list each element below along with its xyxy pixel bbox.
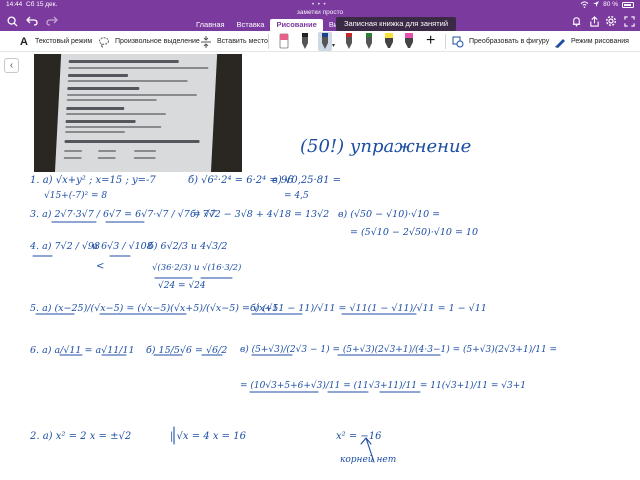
answer-4b-step: √(36·2/3) и √(16·3/2) [152, 263, 242, 273]
answer-4a-compare: и 6√3 / √108 [92, 241, 153, 252]
text-mode-button[interactable]: A Текстовый режим [18, 31, 92, 52]
draw-mode-button[interactable]: Режим рисования [554, 31, 629, 52]
highlighter-icon[interactable] [402, 32, 416, 51]
answer-4a: 4. а) 7√2 / √98 [30, 241, 100, 252]
ribbon-divider [445, 34, 446, 49]
answer-1c: в) √0,25·81 = [272, 175, 341, 186]
convert-shape-label: Преобразовать в фигуру [469, 38, 550, 45]
answer-4b-result: √24 = √24 [158, 281, 206, 291]
battery-percent: 80 % [603, 1, 618, 8]
tab-draw[interactable]: Рисование [270, 19, 323, 31]
ribbon-divider [268, 34, 269, 49]
answer-6b: б) 15/5√6 = √6/2 [146, 345, 228, 356]
location-icon [593, 1, 600, 7]
answer-7b: | √x = 4 x = 16 [170, 431, 246, 442]
answer-5a: 5. а) (x−25)/(√x−5) = (√x−5)(√x+5)/(√x−5… [30, 303, 279, 314]
pen-icon[interactable] [298, 32, 312, 51]
clock: 14:44 [6, 1, 23, 8]
answer-7c-note: корней нет [340, 455, 397, 465]
redo-icon[interactable] [44, 13, 60, 29]
notebook-tooltip: Записная книжка для занятий [336, 17, 457, 31]
answer-5b: б) (√11 − 11)/√11 = √11(1 − √11)/√11 = 1… [250, 303, 487, 314]
insert-space-label: Вставить место [217, 38, 268, 45]
date: Сб 15 дек. [26, 1, 58, 8]
title-bar: 14:44 Сб 15 дек. • • • 80 % заметки прос… [0, 0, 640, 31]
status-right: 80 % [580, 0, 634, 9]
answer-3a: 3. а) 2√7·3√7 / 6√7 = 6√7·√7 / √7 = √7 [30, 209, 216, 220]
search-icon[interactable] [4, 13, 20, 29]
answer-7c: x² = −16 [336, 431, 382, 442]
chevron-down-icon[interactable]: ▾ [332, 42, 335, 49]
notebook-title: заметки просто [296, 9, 344, 16]
answer-7a: 2. а) x² = 2 x = ±√2 [30, 431, 132, 442]
answer-4a-sign: < [96, 261, 105, 272]
note-canvas[interactable]: ‹ (50!) упражнение 1. а) √x+y² ; x=15 ; … [0, 52, 640, 480]
answer-1c-result: = 4,5 [284, 191, 309, 201]
pen-icon[interactable] [342, 32, 356, 51]
answer-4b: б) 6√2/3 и 4√3/2 [148, 241, 228, 252]
draw-hand-icon [554, 35, 566, 49]
battery-icon [622, 1, 634, 8]
draw-mode-label: Режим рисования [571, 38, 629, 45]
answer-6c-result: = (10√3+5+6+√3)/11 = (11√3+11)/11 = 11(√… [240, 381, 526, 391]
tab-home[interactable]: Главная [190, 19, 231, 31]
answer-1a-result: √15+(-7)² = 8 [44, 191, 108, 201]
pen-icon[interactable] [362, 32, 376, 51]
answer-3b: б) 7√2 − 3√8 + 4√18 = 13√2 [190, 209, 330, 220]
ribbon-tabs: Главная Вставка Рисование Вид [190, 18, 348, 31]
lasso-select-button[interactable]: Произвольное выделение [98, 31, 200, 52]
settings-gear-icon[interactable] [603, 13, 619, 29]
pen-icon[interactable] [318, 32, 332, 51]
insert-space-icon [200, 35, 212, 49]
eraser-icon[interactable] [277, 32, 291, 51]
answer-6c: в) (5+√3)/(2√3 − 1) = (5+√3)(2√3+1)/(4·3… [240, 345, 558, 355]
status-bar: 14:44 Сб 15 дек. • • • 80 % [0, 0, 640, 9]
bell-icon[interactable] [568, 13, 584, 29]
answer-3c-result: = (5√10 − 2√50)·√10 = 10 [350, 227, 479, 238]
shapes-icon [452, 35, 464, 49]
share-icon[interactable] [586, 13, 602, 29]
draw-ribbon: A Текстовый режим Произвольное выделение… [0, 31, 640, 52]
text-cursor-icon: A [20, 35, 28, 48]
fullscreen-icon[interactable] [621, 13, 637, 29]
convert-shape-button[interactable]: Преобразовать в фигуру [452, 31, 549, 52]
highlighter-icon[interactable] [382, 32, 396, 51]
lasso-label: Произвольное выделение [115, 38, 200, 45]
answer-3c: в) (√50 − √10)·√10 = [338, 209, 441, 220]
undo-icon[interactable] [24, 13, 40, 29]
text-mode-label: Текстовый режим [35, 38, 93, 45]
add-pen-icon[interactable]: + [426, 32, 435, 50]
wifi-icon [580, 1, 589, 8]
tab-insert[interactable]: Вставка [231, 19, 271, 31]
answer-6a: 6. а) a/√11 = a√11/11 [30, 345, 135, 356]
insert-space-button[interactable]: Вставить место [200, 31, 268, 52]
answer-1a: 1. а) √x+y² ; x=15 ; y=-7 [30, 175, 156, 186]
exercise-heading: (50!) упражнение [300, 136, 472, 157]
lasso-icon [98, 35, 110, 49]
